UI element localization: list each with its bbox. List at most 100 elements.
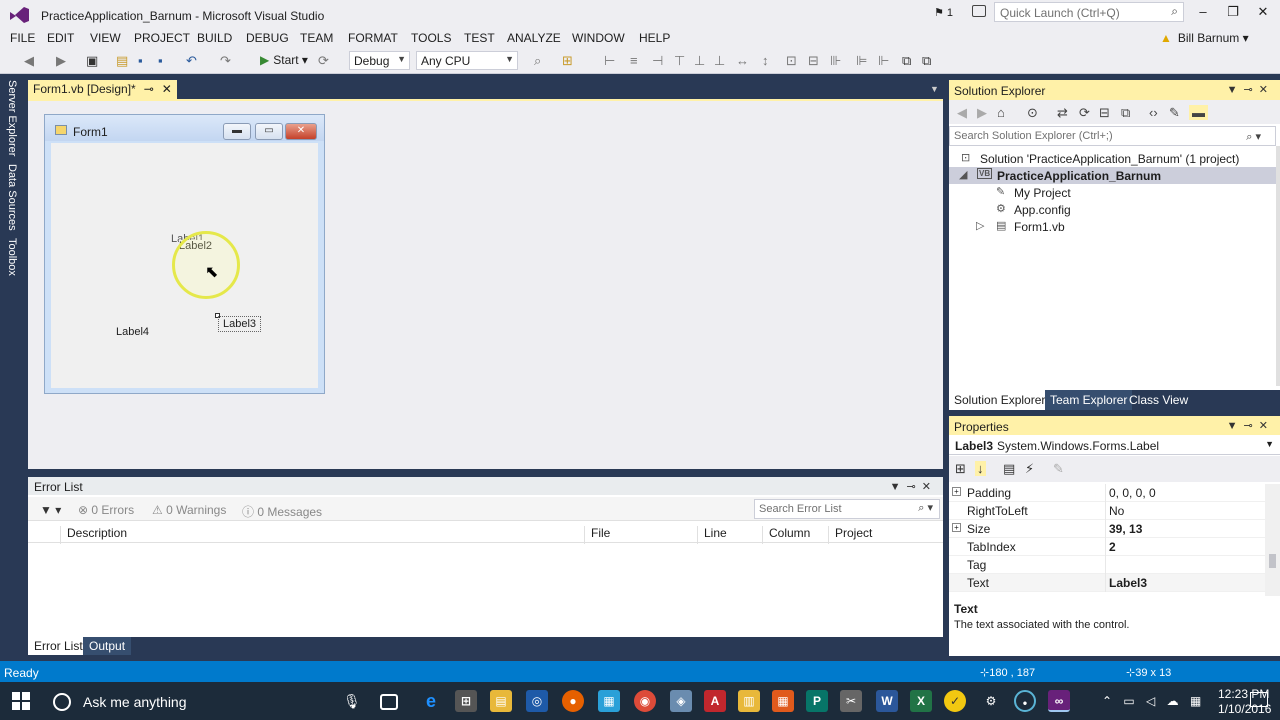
expand-icon[interactable]: + [952,487,961,496]
errors-filter-button[interactable]: ⊗ 0 Errors [78,503,134,517]
menu-team[interactable]: TEAM [300,31,333,45]
form-label-4[interactable]: Label4 [116,326,149,338]
system-tray-icons[interactable]: ⌃ ▭ ◁ ☁ ▦ [1102,694,1205,708]
property-row-tabindex[interactable]: TabIndex 2 [949,538,1265,556]
undo-icon[interactable]: ↶ [186,53,197,69]
outlook-icon[interactable]: ◎ [526,690,548,712]
forward-icon[interactable]: ▶ [56,53,66,69]
vertical-spacing-icon[interactable]: ⊫ [856,53,867,69]
property-pages-icon[interactable]: ✎ [1053,461,1064,477]
start-debugging-button[interactable]: ▶ Start ▾ [260,53,308,67]
server-explorer-tab[interactable]: Server Explorer [6,80,18,156]
preview-icon[interactable]: ▬ [1189,105,1208,120]
property-value[interactable]: 0, 0, 0, 0 [1109,486,1156,500]
document-tab-form1-design[interactable]: Form1.vb [Design]* ⊸ ✕ [28,80,177,99]
make-same-height-icon[interactable]: ↕ [762,53,769,68]
warnings-filter-button[interactable]: ⚠ 0 Warnings [152,503,226,517]
align-tops-icon[interactable]: ⊤ [674,53,685,69]
pending-changes-icon[interactable]: ⇄ [1057,105,1068,121]
property-value[interactable]: 39, 13 [1109,522,1142,536]
menu-tools[interactable]: TOOLS [411,31,451,45]
align-rights-icon[interactable]: ⊣ [652,53,663,69]
tab-class-view[interactable]: Class View [1124,390,1193,410]
property-value[interactable]: Label3 [1109,576,1147,590]
property-value[interactable]: 2 [1109,540,1116,554]
taskbar-search-input[interactable]: Ask me anything [83,694,187,710]
column-column[interactable]: Column [762,526,810,544]
acrobat-icon[interactable]: A [704,690,726,712]
properties-icon[interactable]: ✎ [1169,105,1180,121]
solution-platform-select[interactable]: Any CPU ▼ [416,51,518,70]
tab-solution-explorer[interactable]: Solution Explorer [949,390,1051,410]
messages-filter-button[interactable]: ⓘ 0 Messages [242,503,322,520]
make-same-width-icon[interactable]: ↔ [736,53,749,68]
column-project[interactable]: Project [828,526,872,544]
align-to-grid-icon[interactable]: ⊞ [562,53,573,69]
expand-icon[interactable]: + [952,523,961,532]
app-circle-icon[interactable]: • [1014,690,1036,712]
property-row-righttoleft[interactable]: RightToLeft No [949,502,1265,520]
categorized-icon[interactable]: ⊞ [955,461,966,477]
menu-help[interactable]: HELP [639,31,670,45]
toolbox-tab[interactable]: Toolbox [6,238,18,276]
back-icon[interactable]: ◀ [24,53,34,69]
windows-start-icon[interactable] [12,692,30,710]
panel-controls-icon[interactable]: ▼⊸✕ [1227,419,1274,432]
menu-edit[interactable]: EDIT [47,31,74,45]
redo-icon[interactable]: ↷ [220,53,231,69]
tab-output[interactable]: Output [83,637,132,655]
property-row-padding[interactable]: + Padding 0, 0, 0, 0 [949,484,1265,502]
user-account[interactable]: ▲ Bill Barnum ▾ [1160,31,1249,45]
menu-format[interactable]: FORMAT [348,31,398,45]
feedback-icon[interactable] [972,5,986,17]
file-explorer-icon[interactable]: ▤ [490,690,512,712]
property-row-size[interactable]: + Size 39, 13 [949,520,1265,538]
collapsed-arrow-icon[interactable]: ▷ [976,219,984,232]
pin-icon[interactable]: ⊸ [144,82,154,96]
refresh-icon[interactable]: ⟳ [318,53,329,69]
task-view-icon[interactable] [380,694,398,710]
menu-view[interactable]: VIEW [90,31,121,45]
column-line[interactable]: Line [697,526,727,544]
microphone-icon[interactable]: 🎙 [343,693,361,710]
snipping-tool-icon[interactable]: ✂ [840,690,862,712]
chrome-icon[interactable]: ◉ [634,690,656,712]
property-row-text[interactable]: Text Label3 [949,574,1265,592]
property-row-tag[interactable]: Tag [949,556,1265,574]
store-icon[interactable]: ⊞ [455,690,477,712]
menu-file[interactable]: FILE [10,31,35,45]
remote-desktop-icon[interactable]: ▦ [598,690,620,712]
office-icon[interactable]: ▦ [772,690,794,712]
menu-window[interactable]: WINDOW [572,31,625,45]
minimize-button[interactable]: – [1188,4,1218,22]
tree-item-solution[interactable]: ⊡ Solution 'PracticeApplication_Barnum' … [949,150,1276,167]
menu-build[interactable]: BUILD [197,31,232,45]
error-list-search-input[interactable]: Search Error List ⌕ ▾ [754,499,940,519]
scrollbar[interactable] [1265,484,1280,596]
tab-team-explorer[interactable]: Team Explorer [1045,390,1133,410]
align-middles-icon[interactable]: ⊥ [694,53,705,69]
view-code-icon[interactable]: ‹› [1149,105,1158,120]
norton-icon[interactable]: ✓ [944,690,966,712]
tree-item-app-config[interactable]: ⚙ App.config [949,201,1276,218]
refresh-icon[interactable]: ⟳ [1079,105,1090,121]
tab-error-list[interactable]: Error List [28,637,89,655]
form-label-3-selected[interactable]: Label3 [218,316,262,332]
back-icon[interactable]: ◀ [957,105,967,121]
close-button[interactable]: ✕ [1248,4,1278,22]
properties-icon[interactable]: ▤ [1003,461,1015,477]
column-description[interactable]: Description [60,526,127,544]
data-sources-tab[interactable]: Data Sources [6,164,18,231]
maximize-button[interactable]: ❐ [1218,4,1248,22]
home-icon[interactable]: ⌂ [997,105,1005,120]
events-icon[interactable]: ⚡ [1025,461,1034,477]
menu-test[interactable]: TEST [464,31,495,45]
align-lefts-icon[interactable]: ⊢ [604,53,615,69]
property-value[interactable]: No [1109,504,1124,518]
sync-icon[interactable]: ⊙ [1027,105,1038,121]
excel-icon[interactable]: X [910,690,932,712]
scrollbar-thumb[interactable] [1269,554,1276,568]
solution-explorer-search-input[interactable]: Search Solution Explorer (Ctrl+;) ⌕ ▾ [949,126,1276,146]
settings-icon[interactable]: ⚙ [980,690,1002,712]
size-to-grid-icon[interactable]: ⊟ [808,53,819,69]
